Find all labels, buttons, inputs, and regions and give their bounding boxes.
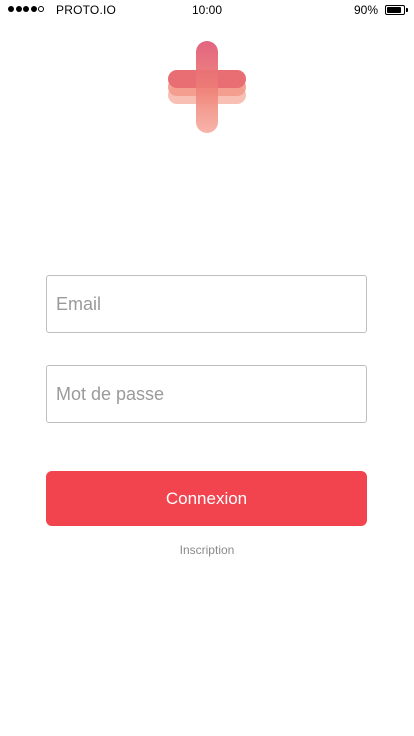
status-time: 10:00 <box>191 3 223 17</box>
password-input[interactable] <box>46 365 367 423</box>
plus-cross-logo-icon <box>164 38 250 136</box>
battery-fill <box>387 7 402 13</box>
login-button[interactable]: Connexion <box>46 471 367 526</box>
signup-link[interactable]: Inscription <box>0 543 414 557</box>
status-bar: PROTO.IO 10:00 90% <box>0 0 414 20</box>
battery-icon <box>385 5 405 15</box>
battery-percent: 90% <box>353 3 378 17</box>
battery-nub <box>406 8 408 12</box>
email-input[interactable] <box>46 275 367 333</box>
logo-graphic <box>168 41 246 133</box>
